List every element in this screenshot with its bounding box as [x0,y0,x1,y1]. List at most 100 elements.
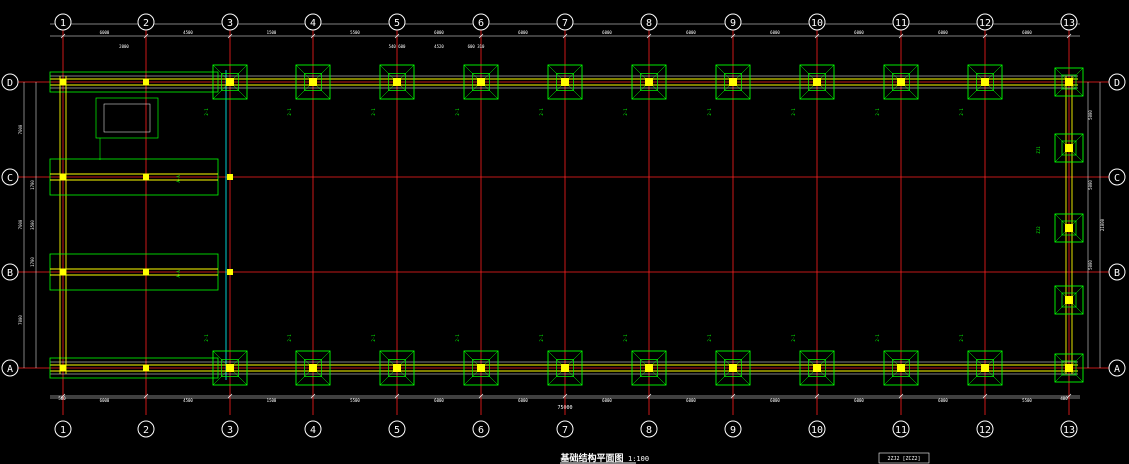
dim-top-span-4: 5500 [350,30,360,35]
axis-bubble-label-right-B: B [1114,268,1120,279]
footing-col13-1-column [1065,144,1073,152]
column-D-3 [227,79,233,85]
drawing-background [0,0,1129,464]
dim-bottom-span-8: 6000 [686,398,696,403]
axis-bubble-label-bottom-10: 10 [811,425,823,436]
axis-bubble-label-bottom-8: 8 [646,425,652,436]
axis-bubble-label-bottom-6: 6 [478,425,484,436]
column-C-2 [143,174,149,180]
footing-A-5-column [393,364,401,372]
dim-bottom-span-2: 4500 [183,398,193,403]
axis-bubble-label-bottom-2: 2 [143,425,149,436]
column-D-1 [60,79,66,85]
footing-A-4-column [309,364,317,372]
dim-top-span-9: 6000 [770,30,780,35]
axis-bubble-label-bottom-3: 3 [227,425,233,436]
axis-bubble-label-bottom-5: 5 [394,425,400,436]
footing-D-4-column [309,78,317,86]
column-C-1 [60,174,66,180]
dim-right-total: 21000 [1100,218,1105,231]
footing-label-A-10: 2-1 [791,334,796,342]
axis-bubble-label-bottom-12: 12 [979,425,991,436]
axis-bubble-label-top-1: 1 [60,18,66,29]
axis-bubble-label-top-9: 9 [730,18,736,29]
dim-left-detail-2: 3500 [30,220,35,230]
axis-bubble-label-left-B: B [7,268,13,279]
axis-bubble-label-right-C: C [1114,173,1120,184]
footing-D-5-column [393,78,401,86]
dim-bottom-span-1: 6000 [100,398,110,403]
axis-bubble-label-bottom-7: 7 [562,425,568,436]
footing-pad-label-right-2: ZJ2 [1036,226,1041,234]
dim-left-span-3: 7000 [18,315,23,325]
footing-A-10-column [813,364,821,372]
footing-label-D-3: 2-1 [204,108,209,116]
axis-bubble-label-right-A: A [1114,364,1120,375]
footing-A-9-column [729,364,737,372]
axis-bubble-label-top-6: 6 [478,18,484,29]
footing-label-D-5: 2-1 [371,108,376,116]
axis-bubble-label-bottom-11: 11 [895,425,907,436]
dim-left-detail-1: 1700 [30,180,35,190]
dim-bottom-span-9: 6000 [770,398,780,403]
footing-D-7-column [561,78,569,86]
footing-label-A-5: 2-1 [371,334,376,342]
dim-top-span-1: 6000 [100,30,110,35]
axis-bubble-label-top-8: 8 [646,18,652,29]
footing-label-D-8: 2-1 [623,108,628,116]
footing-label-A-12: 2-1 [959,334,964,342]
axis-bubble-label-left-A: A [7,364,13,375]
axis-bubble-label-bottom-4: 4 [310,425,316,436]
footing-label-A-9: 2-1 [707,334,712,342]
footing-D-11-column [897,78,905,86]
footing-col13-4-column [1065,364,1073,372]
beam-label-row-C: A-A [176,175,181,183]
dim-left-span-2: 7000 [18,219,23,229]
footing-label-A-11: 2-1 [875,334,880,342]
dim-bottom-span-11: 6000 [938,398,948,403]
footing-col13-3-column [1065,296,1073,304]
column-A-3 [227,365,233,371]
footing-D-8-column [645,78,653,86]
axis-bubble-label-top-12: 12 [979,18,991,29]
dim-top-span-5: 6000 [434,30,444,35]
dim-bottom-span-10: 6000 [854,398,864,403]
axis-bubble-label-top-13: 13 [1063,18,1075,29]
dim-top-span-7: 6000 [602,30,612,35]
dim-right-span-2: 5000 [1088,180,1093,190]
footing-A-8-column [645,364,653,372]
dim-bottom-span-3: 1500 [267,398,277,403]
column-D-2 [143,79,149,85]
beam-label-row-B: A-A [176,270,181,278]
footing-A-6-column [477,364,485,372]
foundation-plan-drawing: 7 5000 基础结构平面图 1:100 2ZJ2 [ZCZ2] A-A A-A 2… [0,0,1129,464]
footing-label-A-4: 2-1 [287,334,292,342]
dim-bottom-span-6: 6000 [518,398,528,403]
footing-pad-label-right-1: ZJ1 [1036,146,1041,154]
note-text: 2ZJ2 [ZCZ2] [887,456,920,462]
dim-top-detail-2: 540 600 [389,44,406,49]
dim-top-span-12: 6000 [1022,30,1032,35]
dim-bottom-span-5: 6000 [434,398,444,403]
footing-label-D-7: 2-1 [539,108,544,116]
axis-bubble-label-top-11: 11 [895,18,907,29]
footing-D-10-column [813,78,821,86]
footing-label-D-11: 2-1 [875,108,880,116]
dim-top-span-2: 4500 [183,30,193,35]
axis-bubble-label-top-5: 5 [394,18,400,29]
dim-top-span-10: 6000 [854,30,864,35]
dim-edge-right: 400 [1060,396,1068,401]
footing-label-A-8: 2-1 [623,334,628,342]
column-B-1 [60,269,66,275]
drawing-scale: 1:100 [628,455,649,463]
dim-left-span-1: 7000 [18,124,23,134]
footing-label-D-10: 2-1 [791,108,796,116]
dim-right-span-3: 5000 [1088,260,1093,270]
footing-A-11-column [897,364,905,372]
dim-left-detail-3: 1700 [30,257,35,267]
column-A-1 [60,365,66,371]
dim-bottom-span-7: 6000 [602,398,612,403]
dim-top-span-11: 6000 [938,30,948,35]
dim-bottom-span-4: 5500 [350,398,360,403]
footing-col13-2-column [1065,224,1073,232]
